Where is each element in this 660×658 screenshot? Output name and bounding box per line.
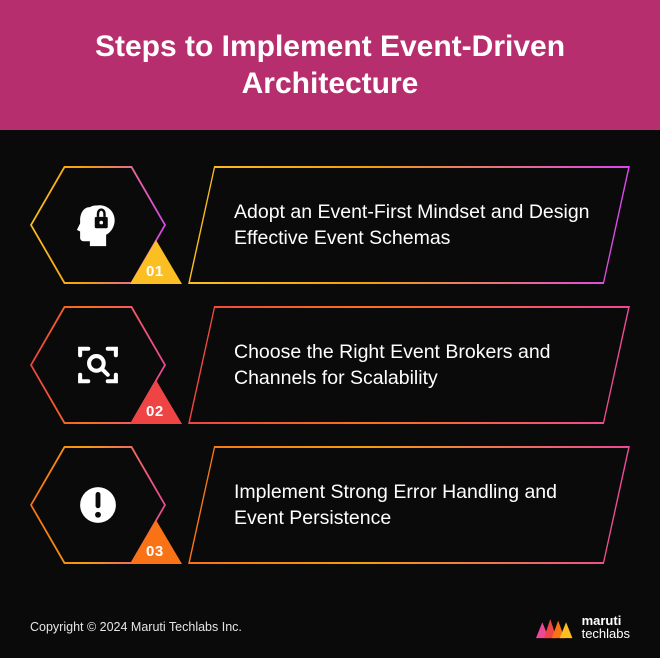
step-1-text: Adopt an Event-First Mindset and Design … [234,199,594,252]
step-3-badge: 03 [30,446,166,564]
step-2-number: 02 [146,403,164,420]
step-1-number: 01 [146,263,164,280]
brand-logo: maruti techlabs [536,614,630,640]
page-title: Steps to Implement Event-Driven Architec… [40,28,620,103]
copyright-text: Copyright © 2024 Maruti Techlabs Inc. [30,620,242,634]
step-2-badge: 02 [30,306,166,424]
step-3-text: Implement Strong Error Handling and Even… [234,479,594,532]
logo-text: maruti techlabs [582,614,630,640]
alert-icon [72,479,124,531]
step-3: 03 Implement Strong Error Handling and E… [30,446,630,564]
step-2-text: Choose the Right Event Brokers and Chann… [234,339,594,392]
step-1: 01 Adopt an Event-First Mindset and Desi… [30,166,630,284]
footer: Copyright © 2024 Maruti Techlabs Inc. ma… [30,614,630,640]
head-lock-icon [72,199,124,251]
scan-search-icon [72,339,124,391]
logo-secondary: techlabs [582,627,630,640]
step-2: 02 Choose the Right Event Brokers and Ch… [30,306,630,424]
step-3-number: 03 [146,543,164,560]
logo-mark-icon [536,615,574,639]
header: Steps to Implement Event-Driven Architec… [0,0,660,130]
step-1-badge: 01 [30,166,166,284]
steps-list: 01 Adopt an Event-First Mindset and Desi… [0,130,660,564]
